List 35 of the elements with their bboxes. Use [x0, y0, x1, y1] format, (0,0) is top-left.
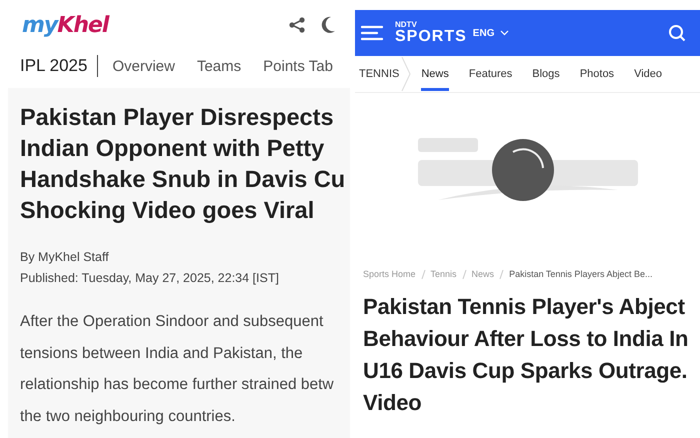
- tab[interactable]: News: [421, 58, 449, 90]
- tab[interactable]: Blogs: [532, 58, 560, 90]
- nav-link[interactable]: Points Tab: [263, 58, 333, 74]
- breadcrumb-separator-icon: [420, 270, 426, 278]
- breadcrumb-separator-icon: [499, 270, 504, 278]
- mykhel-logo[interactable]: myKhel: [22, 12, 108, 38]
- share-icon[interactable]: [288, 16, 306, 34]
- divider-chevron-icon: [401, 57, 412, 91]
- breadcrumb[interactable]: Pakistan Tennis Players Abject Be...: [509, 269, 652, 279]
- body-line: the two neighbouring countries.: [20, 406, 236, 426]
- published-date: Published: Tuesday, May 27, 2025, 22:34 [IST]: [20, 270, 280, 287]
- headline-line: Indian Opponent with Petty: [20, 134, 326, 163]
- headline-line: Shocking Video goes Viral: [20, 196, 316, 225]
- language-selector[interactable]: ENG: [472, 28, 494, 38]
- loading-spinner-icon: [491, 138, 555, 202]
- headline: Pakistan Tennis Player's Abject Behaviour After Loss to India In U16 Davis Cup Sparks Outrage. Video: [362, 293, 690, 417]
- nav-link[interactable]: Overview: [112, 58, 175, 74]
- headline-line: Pakistan Player Disrespects: [20, 103, 335, 132]
- tab[interactable]: Photos: [580, 58, 614, 90]
- moon-icon[interactable]: [320, 16, 336, 34]
- headline-line: Handshake Snub in Davis Cu: [20, 165, 346, 194]
- section-label[interactable]: TENNIS: [359, 68, 400, 80]
- body-line: tensions between India and Pakistan, the: [20, 344, 304, 364]
- ndtv-sports-logo[interactable]: NDTV SPORTS: [395, 21, 467, 45]
- body-line: relationship has become further strained betw: [20, 375, 335, 395]
- byline: By MyKhel Staff: [20, 249, 110, 266]
- section-title[interactable]: IPL 2025: [20, 55, 98, 77]
- tab[interactable]: Features: [468, 58, 512, 90]
- nav-link[interactable]: Teams: [196, 58, 242, 74]
- body-line: After the Operation Sindoor and subsequent: [20, 312, 324, 332]
- tab[interactable]: Video: [634, 58, 662, 90]
- menu-icon[interactable]: [361, 25, 383, 41]
- chevron-down-icon[interactable]: [500, 30, 510, 36]
- search-icon[interactable]: [668, 24, 686, 42]
- breadcrumb-separator-icon: [462, 270, 467, 278]
